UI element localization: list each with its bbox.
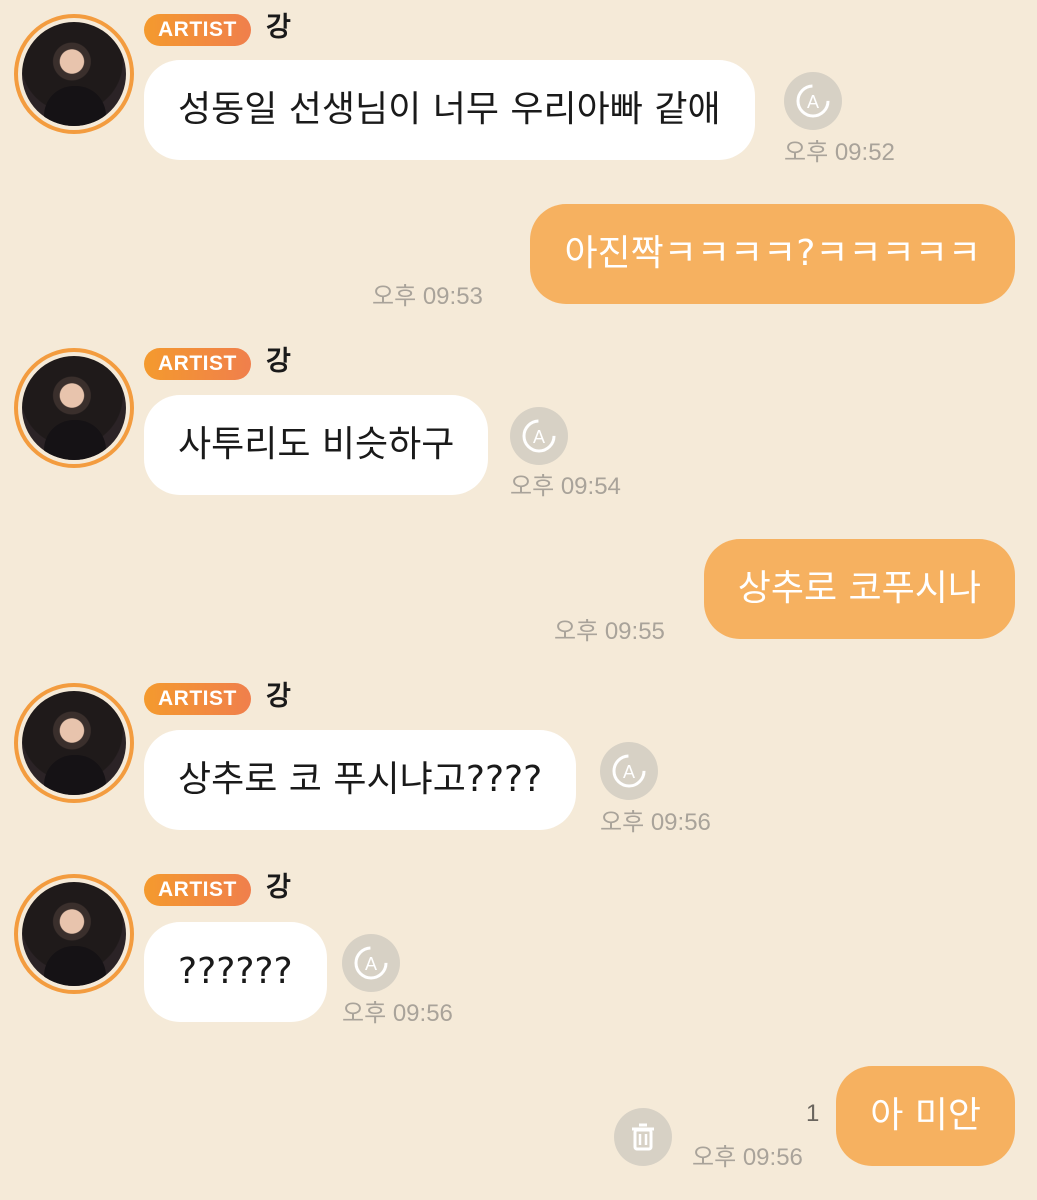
message-bubble-incoming[interactable]: ?????? (144, 922, 327, 1022)
svg-text:A: A (623, 762, 635, 782)
translate-icon[interactable]: A (342, 934, 400, 992)
message-bubble-incoming[interactable]: 사투리도 비슷하구 (144, 395, 489, 495)
artist-badge: ARTIST (144, 14, 251, 46)
message-time: 오후 09:54 (510, 473, 621, 500)
message-bubble-outgoing[interactable]: 상추로 코푸시나 (703, 539, 1015, 639)
artist-badge: ARTIST (144, 874, 251, 906)
avatar[interactable] (14, 14, 134, 134)
avatar[interactable] (14, 348, 134, 468)
message-time: 오후 09:56 (342, 1000, 453, 1027)
message-time: 오후 09:56 (692, 1144, 803, 1171)
message-time: 오후 09:55 (554, 618, 665, 645)
svg-text:A: A (533, 427, 545, 447)
message-time: 오후 09:52 (784, 139, 895, 166)
translate-icon[interactable]: A (600, 742, 658, 800)
trash-icon[interactable] (614, 1108, 672, 1166)
svg-text:A: A (365, 954, 377, 974)
sender-name: 강 (266, 12, 291, 43)
translate-icon[interactable]: A (784, 72, 842, 130)
avatar[interactable] (14, 683, 134, 803)
unread-count: 1 (806, 1100, 820, 1127)
message-bubble-incoming[interactable]: 상추로 코 푸시냐고???? (144, 730, 577, 830)
translate-icon[interactable]: A (510, 407, 568, 465)
svg-text:A: A (807, 92, 819, 112)
message-bubble-outgoing[interactable]: 아진짝ㅋㅋㅋㅋ?ㅋㅋㅋㅋㅋ (530, 204, 1015, 304)
sender-name: 강 (266, 872, 291, 903)
message-bubble-incoming[interactable]: 성동일 선생님이 너무 우리아빠 같애 (144, 60, 755, 160)
message-time: 오후 09:56 (600, 809, 711, 836)
message-time: 오후 09:53 (372, 283, 483, 310)
artist-badge: ARTIST (144, 683, 251, 715)
message-bubble-outgoing[interactable]: 아 미안 (836, 1066, 1015, 1166)
sender-name: 강 (266, 346, 291, 377)
avatar[interactable] (14, 874, 134, 994)
artist-badge: ARTIST (144, 348, 251, 380)
sender-name: 강 (266, 681, 291, 712)
